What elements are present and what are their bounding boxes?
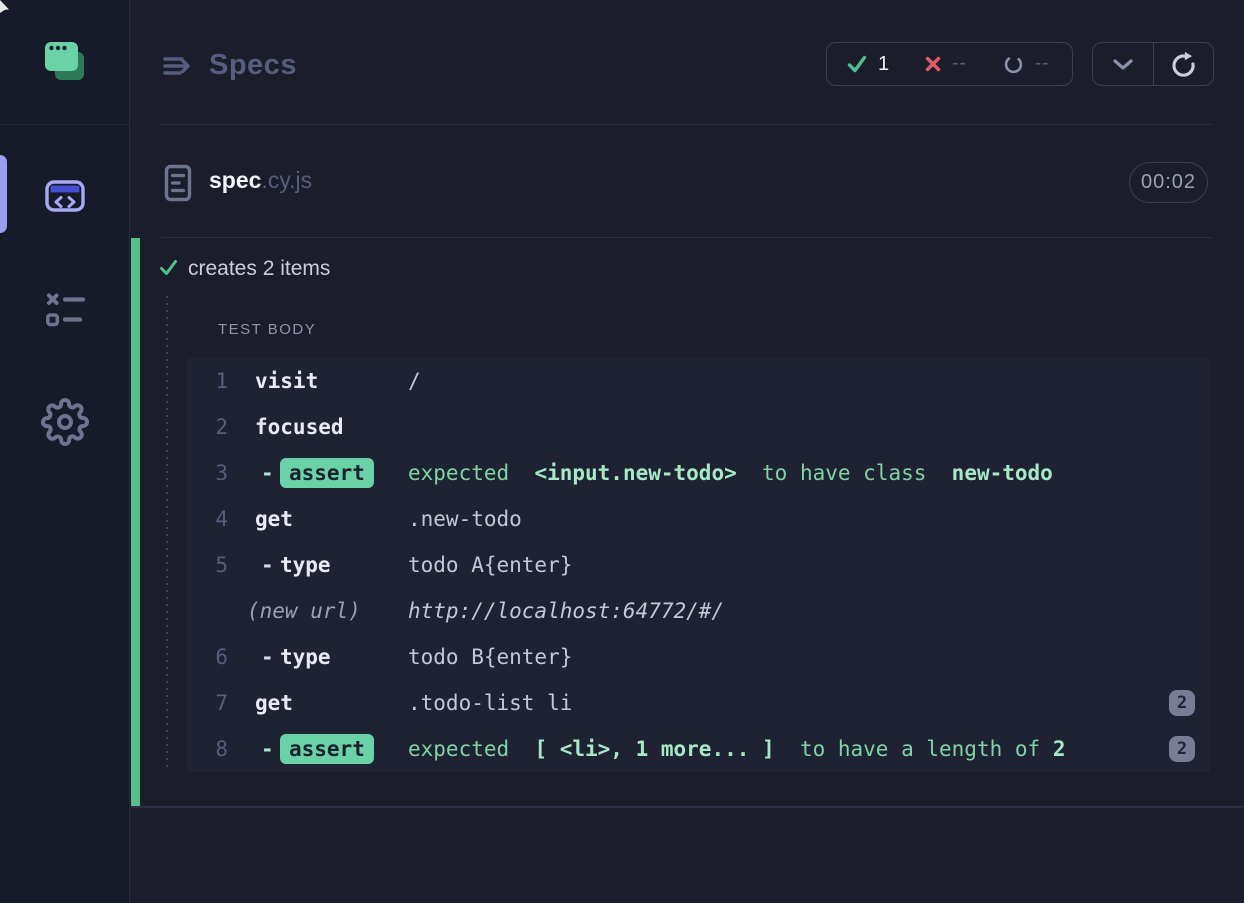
command-name: get (255, 680, 293, 726)
command-message: todo B{enter} (408, 634, 572, 680)
command-number: 5 (187, 542, 228, 588)
cypress-runner-reporter: Specs 1 -- -- (0, 0, 1244, 903)
spec-file-name[interactable]: spec.cy.js (209, 167, 312, 194)
command-name: focused (255, 404, 344, 450)
spec-file-base: spec (209, 167, 261, 193)
failed-count: -- (952, 53, 967, 75)
test-passed-bar (131, 238, 140, 806)
spec-divider (161, 237, 1212, 238)
test-title[interactable]: creates 2 items (188, 257, 330, 281)
command-row-get[interactable]: 7 get .todo-list li 2 (187, 680, 1210, 726)
command-name: visit (255, 358, 318, 404)
command-message: http://localhost:64772/#/ (408, 588, 724, 634)
command-number: 6 (187, 634, 228, 680)
rerun-button[interactable] (1154, 43, 1214, 85)
sidebar-divider (0, 124, 130, 125)
sidebar-item-settings[interactable] (41, 398, 89, 446)
sidebar-item-debug[interactable] (43, 293, 87, 329)
command-number: 1 (187, 358, 228, 404)
command-number: 2 (187, 404, 228, 450)
spec-file-ext: .cy.js (261, 167, 312, 193)
test-body-label: TEST BODY (218, 321, 316, 338)
pending-circle-icon (1003, 54, 1024, 75)
command-message: / (408, 358, 421, 404)
header-actions (1092, 42, 1214, 86)
child-command-dash: - (261, 450, 274, 496)
command-row-type[interactable]: 5-type todo A{enter} (187, 542, 1210, 588)
test-check-icon (159, 259, 178, 276)
command-message: todo A{enter} (408, 542, 572, 588)
command-row-newurl[interactable]: (new url) http://localhost:64772/#/ (187, 588, 1210, 634)
check-icon (847, 55, 867, 73)
command-name: assert (280, 458, 374, 488)
child-command-dash: - (261, 542, 274, 588)
test-bottom-divider (131, 806, 1244, 808)
command-message: .todo-list li (408, 680, 572, 726)
command-number (187, 588, 228, 634)
debug-runs-icon (43, 293, 87, 329)
test-attempt-line (166, 296, 168, 772)
command-message: .new-todo (408, 496, 522, 542)
element-count-badge: 2 (1169, 690, 1195, 716)
command-name: (new url) (247, 588, 361, 634)
document-icon (163, 164, 193, 202)
collapse-all-button[interactable] (1093, 43, 1153, 85)
element-count-badge: 2 (1169, 736, 1195, 762)
run-stats: 1 -- -- (826, 42, 1073, 86)
child-command-dash: - (261, 634, 274, 680)
command-row-focused[interactable]: 2 focused (187, 404, 1210, 450)
refresh-icon (1170, 51, 1197, 78)
command-number: 7 (187, 680, 228, 726)
settings-gear-icon (41, 398, 89, 446)
sidebar (0, 0, 130, 903)
command-log: 1visit/2focused3-assertexpected <input.n… (187, 358, 1210, 772)
command-row-type[interactable]: 6-type todo B{enter} (187, 634, 1210, 680)
command-number: 3 (187, 450, 228, 496)
specs-list-arrow-icon (162, 52, 196, 80)
command-number: 8 (187, 726, 228, 772)
active-item-indicator (0, 155, 7, 233)
command-message: expected <input.new-todo> to have class … (408, 450, 1053, 496)
specs-icon (44, 175, 86, 217)
command-number: 4 (187, 496, 228, 542)
header-divider (161, 124, 1212, 125)
passed-count: 1 (878, 53, 889, 76)
chevron-down-icon (1113, 59, 1133, 70)
command-name: assert (280, 734, 374, 764)
command-row-visit[interactable]: 1 visit / (187, 358, 1210, 404)
command-row-assert[interactable]: 3-assert expected <input.new-todo> to hav… (187, 450, 1210, 496)
cypress-logo-icon[interactable] (42, 40, 88, 86)
command-name: get (255, 496, 293, 542)
command-row-assert[interactable]: 8-assert expected [ <li>, 1 more... ] to … (187, 726, 1210, 772)
page-title: Specs (209, 49, 297, 82)
x-icon (925, 56, 941, 72)
command-name: type (280, 542, 331, 588)
command-message: expected [ <li>, 1 more... ] to have a l… (408, 726, 1065, 772)
sidebar-item-specs[interactable] (44, 175, 86, 217)
pending-count: -- (1035, 53, 1050, 75)
spec-timer-badge: 00:02 (1129, 162, 1208, 203)
mouse-cursor (0, 0, 10, 14)
command-name: type (280, 634, 331, 680)
command-row-get[interactable]: 4 get .new-todo (187, 496, 1210, 542)
child-command-dash: - (261, 726, 274, 772)
